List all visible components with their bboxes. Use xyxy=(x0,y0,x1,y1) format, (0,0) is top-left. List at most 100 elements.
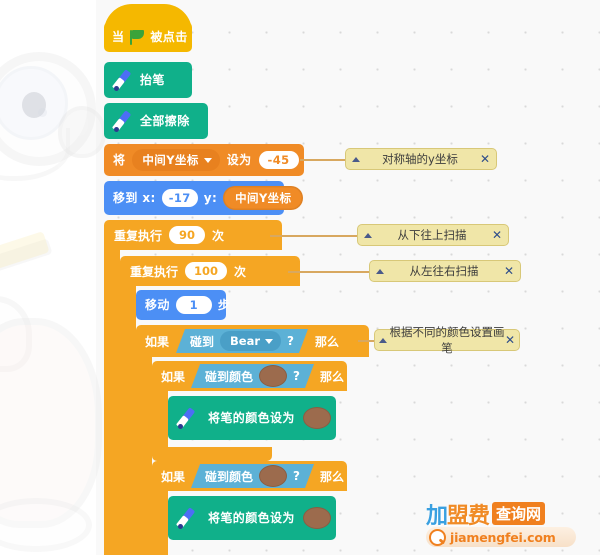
background-sprite-cheek xyxy=(0,128,70,181)
goto-x-input[interactable]: -17 xyxy=(161,189,198,207)
close-icon[interactable]: ✕ xyxy=(504,265,514,277)
block-if-color-1[interactable]: 如果 碰到颜色 ? 那么 xyxy=(152,361,347,391)
condition-touching-color-1[interactable]: 碰到颜色 ? xyxy=(191,364,314,388)
color-swatch-picker[interactable] xyxy=(302,507,331,529)
goto-prefix: 移到 x: xyxy=(113,191,156,205)
comment-scan-left-right[interactable]: 从左往右扫描 ✕ xyxy=(369,260,521,282)
background-sprite-body xyxy=(0,318,102,528)
close-icon[interactable]: ✕ xyxy=(505,334,515,346)
repeat-outer-prefix: 重复执行 xyxy=(114,228,163,243)
block-if-touching-sprite[interactable]: 如果 碰到 Bear ? 那么 xyxy=(136,325,369,357)
repeat-inner-left-wall xyxy=(120,286,136,555)
comment-text: 对称轴的y坐标 xyxy=(382,152,458,166)
block-repeat-inner[interactable]: 重复执行 100 次 xyxy=(120,256,300,286)
repeat-inner-prefix: 重复执行 xyxy=(130,264,179,279)
when-flag-suffix: 被点击 xyxy=(150,30,188,44)
variable-dropdown[interactable]: 中间Y坐标 xyxy=(132,149,220,171)
touching-question-mark: ? xyxy=(287,334,294,348)
touching-color-2-prefix: 碰到颜色 xyxy=(205,469,254,484)
scratch-workspace[interactable]: 当 被点击 抬笔 全部擦除 将 中间Y坐标 设为 -45 移到 x: -17 y… xyxy=(0,0,600,555)
background-sprite-glint xyxy=(38,108,47,117)
move-steps-input[interactable]: 1 xyxy=(175,296,212,314)
close-icon[interactable]: ✕ xyxy=(480,153,490,165)
background-sprite-band xyxy=(0,231,50,275)
block-goto-xy[interactable]: 移到 x: -17 y: 中间Y坐标 xyxy=(104,181,304,215)
color-swatch-picker[interactable] xyxy=(302,407,331,429)
pen-icon xyxy=(112,69,134,91)
if-color-1-left-wall xyxy=(152,391,168,447)
pen-icon xyxy=(176,407,198,429)
if-color-1-keyword: 如果 xyxy=(161,369,186,384)
block-erase-all[interactable]: 全部擦除 xyxy=(104,103,208,139)
move-suffix: 步 xyxy=(217,298,231,312)
color-swatch-picker[interactable] xyxy=(259,365,287,387)
comment-text: 从下往上扫描 xyxy=(397,228,467,242)
if-color-2-then: 那么 xyxy=(320,469,345,484)
repeat-outer-left-wall xyxy=(104,250,120,555)
collapse-arrow-icon[interactable] xyxy=(379,337,387,343)
if-color-2-left-wall xyxy=(152,491,168,555)
if-color-1-bottom xyxy=(152,447,272,461)
chevron-down-icon xyxy=(265,339,273,344)
comment-connector-line xyxy=(270,235,358,237)
sprite-backdrop-pane xyxy=(0,0,106,555)
close-icon[interactable]: ✕ xyxy=(492,229,502,241)
block-set-pen-color-2[interactable]: 将笔的颜色设为 xyxy=(168,496,336,540)
comment-set-pen-by-color[interactable]: 根据不同的颜色设置画笔 ✕ xyxy=(374,325,520,355)
if-touching-left-wall xyxy=(136,357,152,555)
set-var-value-input[interactable]: -45 xyxy=(258,151,299,169)
set-pen-color-2-label: 将笔的颜色设为 xyxy=(208,511,295,525)
comment-connector-line xyxy=(300,159,346,161)
repeat-outer-suffix: 次 xyxy=(212,228,225,243)
goto-y-label: y: xyxy=(203,191,218,205)
if-color-1-then: 那么 xyxy=(320,369,345,384)
touching-color-1-question: ? xyxy=(293,369,300,383)
block-set-pen-color-1[interactable]: 将笔的颜色设为 xyxy=(168,396,336,440)
condition-touching-color-2[interactable]: 碰到颜色 ? xyxy=(191,464,314,488)
collapse-arrow-icon[interactable] xyxy=(364,232,372,238)
watermark-cn-blue: 加盟费 xyxy=(426,503,490,529)
comment-scan-bottom-up[interactable]: 从下往上扫描 ✕ xyxy=(357,224,509,246)
touching-target-dropdown[interactable]: Bear xyxy=(220,331,281,351)
block-pen-up[interactable]: 抬笔 xyxy=(104,62,192,98)
hat-block-top xyxy=(104,4,192,32)
condition-touching-sprite[interactable]: 碰到 Bear ? xyxy=(176,329,308,353)
watermark-title-row: 加盟费 查询网 xyxy=(426,501,592,529)
pen-icon xyxy=(176,507,198,529)
touching-prefix: 碰到 xyxy=(190,334,215,349)
collapse-arrow-icon[interactable] xyxy=(376,268,384,274)
variable-dropdown-value: 中间Y坐标 xyxy=(142,153,199,167)
block-repeat-outer[interactable]: 重复执行 90 次 xyxy=(104,220,282,250)
background-sprite-ear-inner xyxy=(70,112,88,136)
repeat-outer-count-input[interactable]: 90 xyxy=(169,226,206,244)
if-touching-keyword: 如果 xyxy=(145,334,170,349)
watermark-url: jiamengfei.com xyxy=(450,529,556,545)
block-move-steps[interactable]: 移动 1 步 xyxy=(136,290,230,320)
block-set-variable[interactable]: 将 中间Y坐标 设为 -45 xyxy=(104,144,304,176)
block-when-flag-clicked[interactable]: 当 被点击 xyxy=(104,4,192,52)
set-var-middle: 设为 xyxy=(226,153,252,167)
chevron-down-icon xyxy=(203,157,212,163)
color-swatch-picker[interactable] xyxy=(259,465,287,487)
magnifier-icon xyxy=(429,528,446,546)
when-flag-prefix: 当 xyxy=(112,30,125,44)
comment-text: 根据不同的颜色设置画笔 xyxy=(389,325,505,355)
goto-y-variable[interactable]: 中间Y坐标 xyxy=(223,186,304,210)
watermark-url-row: jiamengfei.com xyxy=(426,527,576,547)
green-flag-icon xyxy=(129,29,145,45)
pen-icon xyxy=(112,110,134,132)
touching-color-1-prefix: 碰到颜色 xyxy=(205,369,254,384)
repeat-inner-suffix: 次 xyxy=(234,264,247,279)
move-prefix: 移动 xyxy=(145,298,170,312)
repeat-inner-count-input[interactable]: 100 xyxy=(185,262,228,280)
watermark-boxed-label: 查询网 xyxy=(492,502,546,525)
block-if-color-2[interactable]: 如果 碰到颜色 ? 那么 xyxy=(152,461,347,491)
if-color-2-keyword: 如果 xyxy=(161,469,186,484)
set-var-prefix: 将 xyxy=(113,153,126,167)
set-pen-color-1-label: 将笔的颜色设为 xyxy=(208,411,295,425)
if-touching-then: 那么 xyxy=(315,334,340,349)
collapse-arrow-icon[interactable] xyxy=(352,156,360,162)
touching-color-2-question: ? xyxy=(293,469,300,483)
watermark: 加盟费 查询网 jiamengfei.com xyxy=(426,501,592,549)
comment-symmetry-axis[interactable]: 对称轴的y坐标 ✕ xyxy=(345,148,497,170)
